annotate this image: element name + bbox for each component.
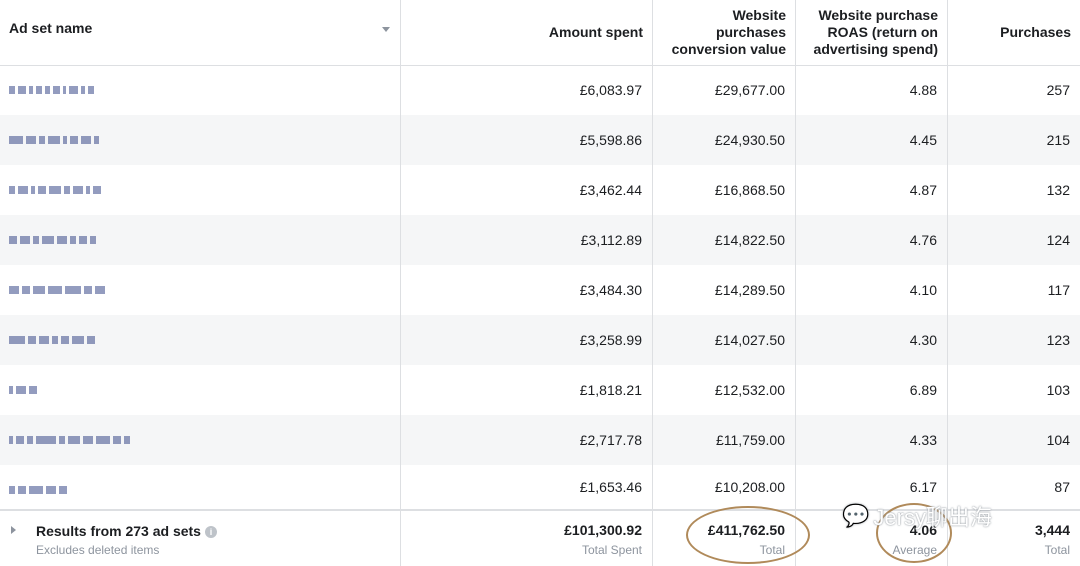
table-row[interactable]: £3,258.99 £14,027.50 4.30 123: [0, 315, 1080, 365]
purchases-value: 132: [1046, 182, 1070, 198]
conversion-value: £14,822.50: [714, 232, 785, 248]
conversion-value: £16,868.50: [714, 182, 785, 198]
redacted-ad-set-name: [9, 433, 133, 447]
table-row[interactable]: £3,484.30 £14,289.50 4.10 117: [0, 265, 1080, 315]
redacted-ad-set-name: [9, 333, 98, 347]
amount-spent-value: £3,112.89: [580, 232, 642, 248]
total-conversion-value-cell: £411,762.50 Total: [653, 511, 796, 566]
purchases-value: 104: [1046, 432, 1070, 448]
purchases-value: 215: [1046, 132, 1070, 148]
total-spent-label: Total Spent: [581, 543, 642, 557]
table-row[interactable]: £2,717.78 £11,759.00 4.33 104: [0, 415, 1080, 465]
total-spent-value: £101,300.92: [564, 522, 642, 538]
column-header-label: Amount spent: [548, 24, 643, 40]
info-icon[interactable]: i: [204, 526, 217, 538]
purchases-value: 87: [1054, 479, 1070, 495]
table-header: Ad set name Amount spent Website purchase…: [0, 0, 1080, 66]
conversion-value: £12,532.00: [714, 382, 785, 398]
redacted-ad-set-name: [9, 83, 97, 97]
purchases-value: 124: [1046, 232, 1070, 248]
roas-value: 4.87: [909, 182, 937, 198]
roas-value: 6.89: [909, 382, 937, 398]
amount-spent-value: £5,598.86: [579, 132, 642, 148]
total-conversion-label: Total: [759, 543, 785, 557]
amount-spent-value: £3,462.44: [579, 182, 642, 198]
column-header-ad-set-name[interactable]: Ad set name: [0, 0, 401, 65]
wechat-icon: 💬: [842, 503, 870, 528]
conversion-value: £14,289.50: [714, 282, 785, 298]
column-header-label: Ad set name: [9, 20, 93, 36]
amount-spent-value: £3,484.30: [579, 282, 642, 298]
average-roas-label: Average: [892, 543, 937, 557]
ad-set-name-cell[interactable]: [0, 165, 401, 215]
column-header-amount-spent[interactable]: Amount spent: [401, 0, 653, 65]
purchases-value: 123: [1046, 332, 1070, 348]
total-conversion-value: £411,762.50: [707, 522, 785, 538]
ad-set-name-cell[interactable]: [0, 465, 401, 509]
total-spent-cell: £101,300.92 Total Spent: [401, 511, 653, 566]
purchases-value: 117: [1047, 282, 1070, 298]
conversion-value: £10,208.00: [714, 479, 785, 495]
ad-set-name-cell[interactable]: [0, 365, 401, 415]
chevron-right-icon[interactable]: [11, 526, 16, 534]
table-row[interactable]: £3,462.44 £16,868.50 4.87 132: [0, 165, 1080, 215]
ad-set-name-cell[interactable]: [0, 315, 401, 365]
results-subtitle: Excludes deleted items: [36, 543, 160, 557]
roas-value: 4.10: [909, 282, 937, 298]
results-title: Results from 273 ad sets i: [36, 523, 217, 539]
conversion-value: £24,930.50: [714, 132, 785, 148]
table-row[interactable]: £1,818.21 £12,532.00 6.89 103: [0, 365, 1080, 415]
table-row[interactable]: £3,112.89 £14,822.50 4.76 124: [0, 215, 1080, 265]
chevron-down-icon[interactable]: [382, 27, 390, 32]
column-header-roas[interactable]: Website purchase ROAS (return on advertisi…: [796, 0, 948, 65]
amount-spent-value: £1,818.21: [579, 382, 642, 398]
column-header-label: Purchases: [1000, 24, 1071, 40]
purchases-value: 103: [1046, 382, 1070, 398]
conversion-value: £11,759.00: [715, 432, 785, 448]
roas-value: 4.30: [909, 332, 937, 348]
amount-spent-value: £2,717.78: [579, 432, 642, 448]
amount-spent-value: £3,258.99: [579, 332, 642, 348]
amount-spent-value: £6,083.97: [579, 82, 642, 98]
redacted-ad-set-name: [9, 283, 108, 297]
watermark-text: Jersy聊出海: [873, 505, 992, 530]
purchases-value: 257: [1046, 82, 1070, 98]
ad-set-name-cell[interactable]: [0, 115, 401, 165]
ad-set-name-cell[interactable]: [0, 265, 401, 315]
ad-set-name-cell[interactable]: [0, 415, 401, 465]
total-purchases-label: Total: [1044, 543, 1070, 557]
redacted-ad-set-name: [9, 133, 102, 147]
column-header-label: Website purchase ROAS (return on advertisi…: [813, 7, 938, 57]
ad-set-name-cell[interactable]: [0, 65, 401, 115]
redacted-ad-set-name: [9, 483, 70, 497]
roas-value: 4.45: [909, 132, 937, 148]
column-header-label: Website purchases conversion value: [671, 7, 786, 57]
redacted-ad-set-name: [9, 383, 40, 397]
roas-value: 4.76: [909, 232, 937, 248]
roas-value: 4.33: [909, 432, 937, 448]
watermark: 💬 Jersy聊出海: [842, 500, 992, 532]
ad-sets-table: Ad set name Amount spent Website purchase…: [0, 0, 1080, 566]
table-row[interactable]: £5,598.86 £24,930.50 4.45 215: [0, 115, 1080, 165]
amount-spent-value: £1,653.46: [579, 479, 642, 495]
conversion-value: £14,027.50: [714, 332, 785, 348]
column-header-conversion-value[interactable]: Website purchases conversion value: [653, 0, 796, 65]
table-row[interactable]: £6,083.97 £29,677.00 4.88 257: [0, 65, 1080, 115]
conversion-value: £29,677.00: [714, 82, 785, 98]
ad-set-name-cell[interactable]: [0, 215, 401, 265]
column-header-purchases[interactable]: Purchases: [948, 0, 1080, 65]
roas-value: 4.88: [909, 82, 937, 98]
redacted-ad-set-name: [9, 183, 104, 197]
results-summary-cell: Results from 273 ad sets i Excludes delet…: [0, 511, 401, 566]
total-purchases-value: 3,444: [1034, 522, 1070, 538]
redacted-ad-set-name: [9, 233, 99, 247]
